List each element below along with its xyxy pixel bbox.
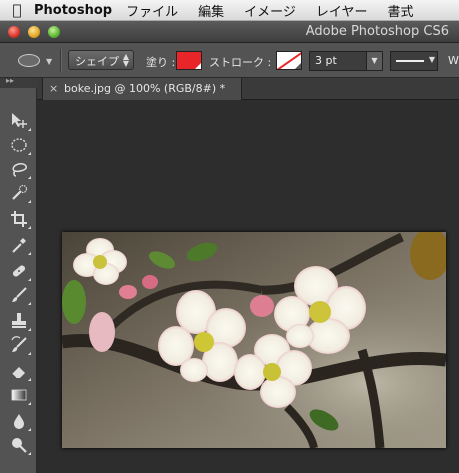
gradient-icon bbox=[11, 389, 27, 401]
eraser-tool[interactable] bbox=[7, 360, 31, 382]
ellipse-marquee-icon bbox=[11, 138, 27, 152]
stroke-width-value: 3 pt bbox=[315, 54, 337, 67]
menu-file[interactable]: ファイル bbox=[126, 1, 178, 20]
chevron-down-icon: ▼ bbox=[428, 55, 435, 64]
menu-bar:  Photoshop ファイル 編集 イメージ レイヤー 書式 bbox=[0, 0, 459, 21]
stroke-type-dropdown[interactable]: ▼ bbox=[390, 51, 438, 71]
double-chevron-icon: ▸▸ bbox=[6, 76, 15, 85]
divider bbox=[60, 49, 62, 72]
fill-label: 塗り : bbox=[146, 56, 176, 69]
tool-mode-dropdown[interactable]: シェイプ ▲ ▼ bbox=[68, 50, 134, 70]
document-tab[interactable]: × boke.jpg @ 100% (RGB/8#) * bbox=[42, 78, 242, 100]
window-title-bar: Adobe Photoshop CS6 bbox=[0, 21, 459, 43]
up-down-arrows-icon: ▲ ▼ bbox=[122, 52, 129, 68]
gradient-tool[interactable] bbox=[7, 384, 31, 406]
brush-icon bbox=[12, 287, 27, 302]
dodge-icon bbox=[12, 438, 27, 453]
swatch-corner-icon bbox=[195, 63, 201, 69]
tools-panel: ▸▸ bbox=[0, 76, 37, 473]
minimize-window-button[interactable] bbox=[28, 26, 40, 38]
document-area: × boke.jpg @ 100% (RGB/8#) * bbox=[37, 78, 459, 473]
chevron-down-icon: ▼ bbox=[46, 57, 53, 66]
lasso-tool[interactable] bbox=[7, 158, 31, 180]
move-tool-icon bbox=[12, 113, 27, 128]
panel-collapse-grip[interactable]: ▸▸ bbox=[0, 76, 37, 88]
brush-tool[interactable] bbox=[7, 284, 31, 306]
chevron-down-icon[interactable]: ▼ bbox=[366, 52, 382, 70]
ellipse-tool-icon bbox=[18, 54, 40, 67]
image-canvas[interactable] bbox=[62, 232, 446, 448]
eyedropper-icon bbox=[12, 238, 26, 253]
history-brush-icon bbox=[11, 336, 27, 352]
lasso-icon bbox=[12, 163, 28, 177]
options-bar: ▼ シェイプ ▲ ▼ 塗り : ストローク : 3 pt ▼ ▼ W bbox=[0, 43, 459, 78]
stroke-width-field[interactable]: 3 pt ▼ bbox=[309, 51, 383, 71]
blur-icon bbox=[14, 414, 24, 429]
quick-selection-tool[interactable] bbox=[7, 182, 31, 204]
menu-type[interactable]: 書式 bbox=[388, 1, 414, 20]
width-label: W bbox=[448, 54, 459, 67]
zoom-window-button[interactable] bbox=[48, 26, 60, 38]
eyedropper-tool[interactable] bbox=[7, 234, 31, 256]
spot-healing-brush-tool[interactable] bbox=[7, 260, 31, 282]
solid-line-icon bbox=[396, 60, 424, 62]
clone-stamp-icon bbox=[12, 313, 26, 328]
menu-layer[interactable]: レイヤー bbox=[316, 1, 368, 20]
menu-image[interactable]: イメージ bbox=[244, 1, 296, 20]
crop-tool[interactable] bbox=[7, 208, 31, 230]
dodge-tool[interactable] bbox=[7, 434, 31, 456]
stroke-label: ストローク : bbox=[209, 56, 272, 69]
menu-app-name[interactable]: Photoshop bbox=[34, 3, 112, 18]
close-tab-icon[interactable]: × bbox=[49, 82, 58, 95]
move-tool[interactable] bbox=[7, 110, 31, 132]
elliptical-marquee-tool[interactable] bbox=[7, 134, 31, 156]
tool-mode-label: シェイプ bbox=[75, 55, 119, 68]
healing-brush-icon bbox=[12, 265, 26, 277]
stroke-color-swatch[interactable] bbox=[276, 51, 302, 70]
eraser-icon bbox=[11, 367, 25, 379]
tool-preset-picker[interactable]: ▼ bbox=[8, 49, 54, 71]
apple-logo-icon[interactable]:  bbox=[4, 1, 30, 19]
close-window-button[interactable] bbox=[8, 26, 20, 38]
history-brush-tool[interactable] bbox=[7, 334, 31, 356]
document-tab-strip: × boke.jpg @ 100% (RGB/8#) * bbox=[37, 78, 459, 100]
document-tab-title: boke.jpg @ 100% (RGB/8#) * bbox=[64, 82, 226, 95]
window-title: Adobe Photoshop CS6 bbox=[305, 24, 449, 39]
quick-selection-icon bbox=[12, 184, 28, 200]
swatch-corner-icon bbox=[295, 63, 301, 69]
menu-edit[interactable]: 編集 bbox=[198, 1, 224, 20]
blur-tool[interactable] bbox=[7, 410, 31, 432]
clone-stamp-tool[interactable] bbox=[7, 310, 31, 332]
crop-icon bbox=[11, 211, 27, 227]
fill-color-swatch[interactable] bbox=[176, 51, 202, 70]
flower-photo bbox=[62, 232, 446, 448]
